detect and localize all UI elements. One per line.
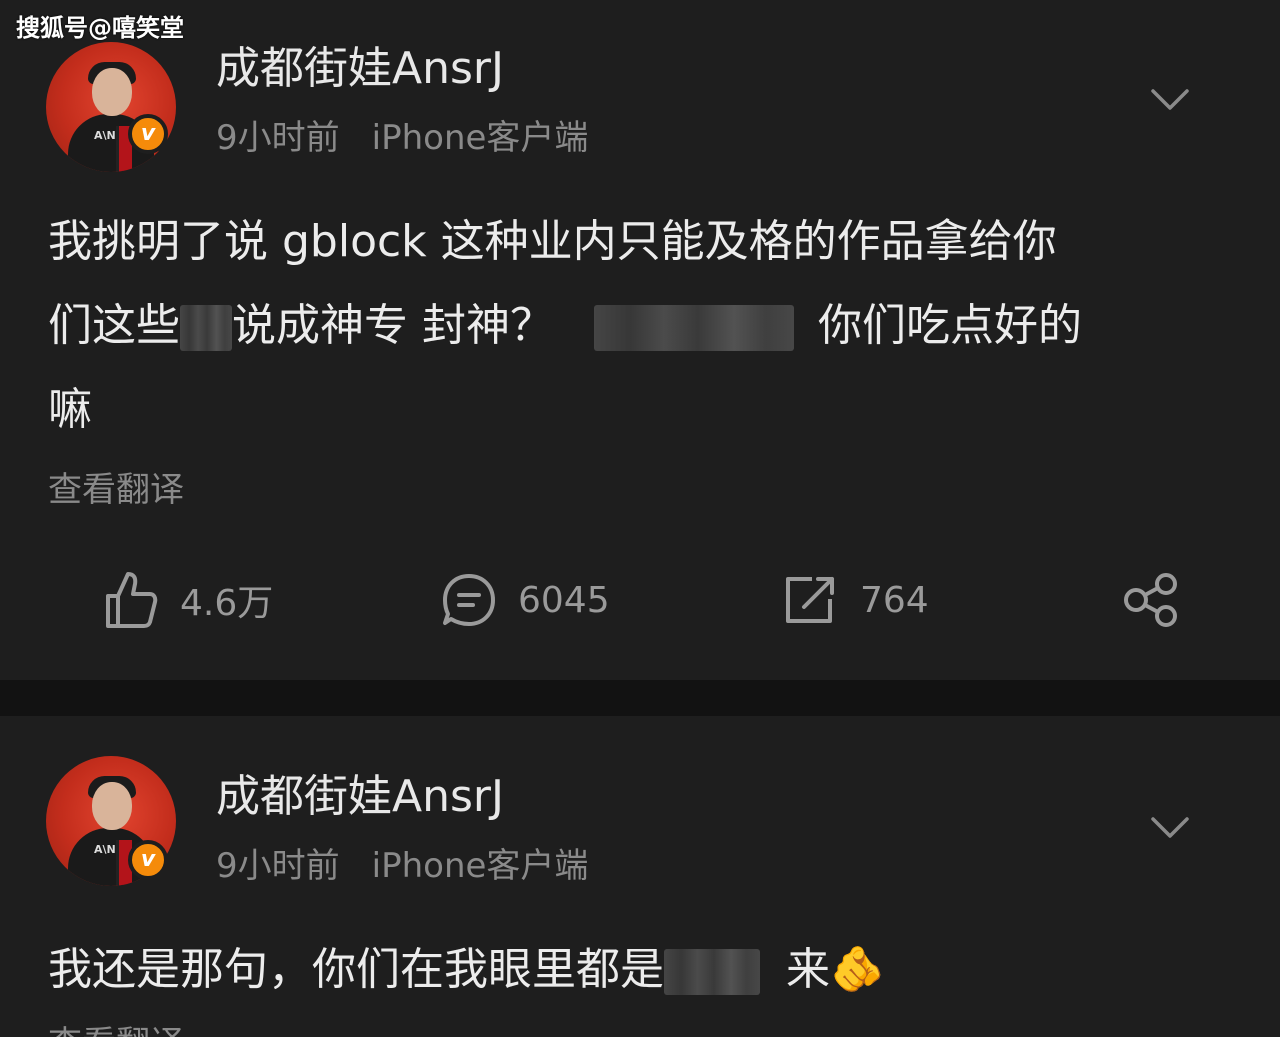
chevron-down-icon[interactable] (1150, 816, 1190, 840)
content-line: 我还是那句，你们在我眼里都是 来🫵 (48, 944, 885, 995)
avatar-letters: A\N (94, 843, 116, 856)
comment-icon (443, 574, 495, 626)
like-icon (106, 572, 158, 628)
pointing-hand-emoji: 🫵 (830, 944, 885, 995)
blurred-text (594, 305, 794, 351)
repost-icon (786, 577, 834, 623)
post-source: iPhone客户端 (371, 118, 589, 158)
verified-icon: v (128, 114, 168, 154)
verified-icon: v (128, 840, 168, 880)
share-icon (1124, 573, 1177, 627)
post-meta: 9小时前 iPhone客户端 (216, 110, 588, 159)
blurred-text (664, 949, 760, 995)
author-name[interactable]: 成都街娃AnsrJ (216, 760, 504, 824)
translate-link[interactable]: 查看翻译 (48, 1016, 184, 1037)
comment-count: 6045 (518, 579, 610, 621)
avatar-letters: A\N (94, 129, 116, 142)
blurred-text (180, 305, 232, 351)
chevron-down-icon[interactable] (1150, 88, 1190, 112)
watermark: 搜狐号@嘻笑堂 (16, 14, 184, 42)
weibo-post-card: A\N v 成都街娃AnsrJ 9小时前 iPhone客户端 我还是那句，你们在我… (0, 716, 1280, 1037)
comment-button[interactable]: 6045 (442, 560, 610, 640)
weibo-post-card: A\N v 成都街娃AnsrJ 9小时前 iPhone客户端 我挑明了说 gblo… (0, 0, 1280, 680)
post-meta: 9小时前 iPhone客户端 (216, 838, 588, 887)
post-time: 9小时前 (216, 118, 340, 158)
translate-link[interactable]: 查看翻译 (48, 462, 184, 511)
like-count: 4.6万 (180, 583, 274, 624)
content-line: 们这些 说成神专 封神？ 你们吃点好的 (48, 300, 1082, 351)
content-line: 嘛 (48, 384, 92, 435)
post-separator (0, 680, 1280, 716)
repost-count: 764 (860, 579, 929, 621)
post-time: 9小时前 (216, 846, 340, 886)
action-bar: 4.6万 6045 764 (0, 560, 1280, 640)
like-button[interactable]: 4.6万 (104, 560, 273, 640)
post-source: iPhone客户端 (371, 846, 589, 886)
content-line: 我挑明了说 gblock 这种业内只能及格的作品拿给你 (48, 216, 1057, 267)
post-content: 我还是那句，你们在我眼里都是 来🫵 (48, 928, 1238, 1012)
avatar[interactable]: A\N (46, 42, 176, 172)
author-name[interactable]: 成都街娃AnsrJ (216, 32, 504, 96)
repost-button[interactable]: 764 (784, 560, 929, 640)
post-content: 我挑明了说 gblock 这种业内只能及格的作品拿给你 们这些 说成神专 封神？你… (48, 200, 1238, 452)
share-button[interactable] (1122, 560, 1202, 640)
